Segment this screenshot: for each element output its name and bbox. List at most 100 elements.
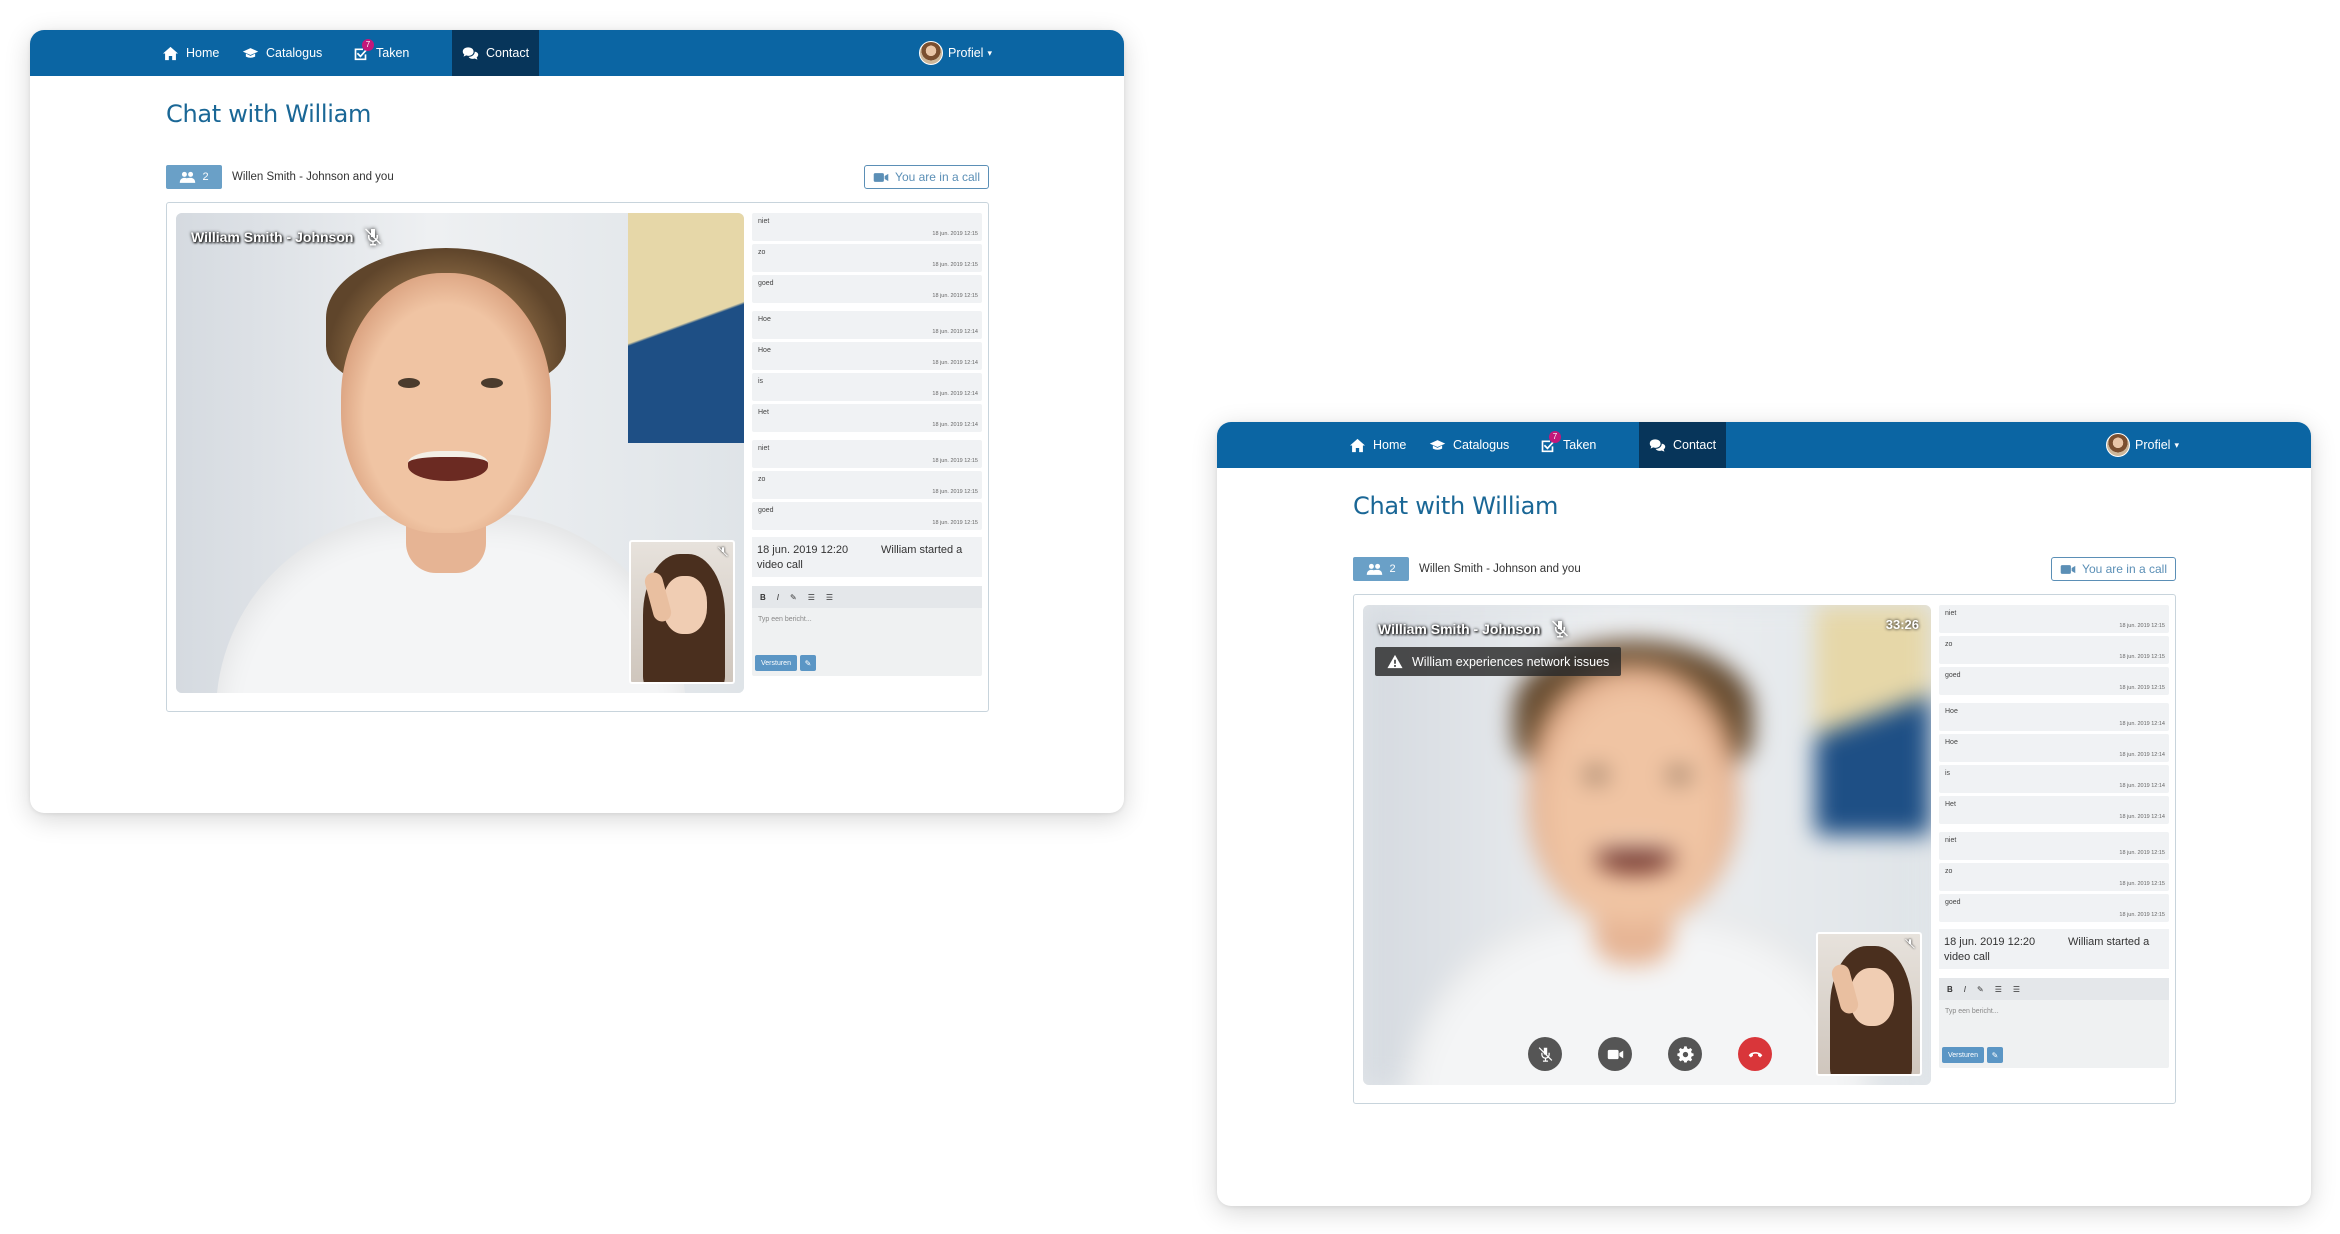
call-status-button[interactable]: You are in a call (864, 165, 989, 189)
message-time: 18 jun. 2019 12:15 (932, 231, 978, 237)
message-text: niet (758, 445, 770, 452)
message-editor[interactable]: B I ✎ ☰ ☰ Typ een bericht... Versturen ✎ (1939, 978, 2169, 1068)
message-time: 18 jun. 2019 12:15 (2119, 850, 2165, 856)
message-text: is (758, 378, 764, 385)
system-message: 18 jun. 2019 12:20 William started a vide… (752, 537, 982, 577)
message-time: 18 jun. 2019 12:15 (2119, 654, 2165, 660)
chat-message: Hoe 18 jun. 2019 12:14 (752, 311, 982, 339)
nav-tasks[interactable]: 7 Taken (352, 30, 409, 76)
nav-catalogue[interactable]: Catalogus (1429, 422, 1509, 468)
chat-message: is 18 jun. 2019 12:14 (1939, 765, 2169, 793)
nav-home[interactable]: Home (1349, 422, 1406, 468)
message-text: niet (1945, 837, 1957, 844)
attach-button[interactable]: ✎ (1986, 1047, 2003, 1063)
self-video-preview[interactable] (1816, 932, 1922, 1076)
home-icon (163, 46, 178, 60)
message-text: is (1945, 770, 1951, 777)
message-time: 18 jun. 2019 12:14 (932, 329, 978, 335)
caret-down-icon: ▾ (2174, 439, 2179, 450)
send-button[interactable]: Versturen (1942, 1047, 1984, 1063)
member-count-badge[interactable]: 2 (166, 165, 222, 189)
call-status-button[interactable]: You are in a call (2051, 557, 2176, 581)
network-warning-text: William experiences network issues (1412, 654, 1610, 669)
link-button[interactable]: ✎ (790, 593, 797, 602)
phone-hangup-icon (1748, 1051, 1762, 1057)
nav-catalogue-label: Catalogus (266, 46, 323, 60)
message-editor[interactable]: B I ✎ ☰ ☰ Typ een bericht... Versturen ✎ (752, 586, 982, 676)
top-navbar: Home Catalogus 7 Taken Contact Profiel ▾ (1217, 422, 2311, 468)
video-camera-icon (1607, 1049, 1623, 1059)
message-input[interactable]: Typ een bericht... (1945, 1008, 1999, 1015)
nav-contact[interactable]: Contact (1639, 422, 1727, 468)
message-text: goed (1945, 672, 1961, 679)
nav-profile[interactable]: Profiel ▾ (919, 30, 992, 76)
caller-name-overlay: William Smith - Johnson (191, 227, 383, 247)
nav-contact[interactable]: Contact (452, 30, 540, 76)
italic-button[interactable]: I (777, 593, 779, 602)
attach-button[interactable]: ✎ (799, 655, 816, 671)
app-window-network-issues: Home Catalogus 7 Taken Contact Profiel ▾ (1217, 422, 2311, 1206)
chat-panel: William Smith - Johnson niet 18 jun. 2019… (166, 202, 989, 712)
nav-tasks-label: Taken (376, 46, 410, 60)
graduation-cap-icon (1429, 439, 1446, 450)
message-input[interactable]: Typ een bericht... (758, 616, 812, 623)
nav-tasks[interactable]: 7 Taken (1539, 422, 1596, 468)
nav-catalogue-label: Catalogus (1453, 438, 1510, 452)
nav-contact-label: Contact (486, 46, 530, 60)
bold-button[interactable]: B (1947, 985, 1953, 994)
network-warning: William experiences network issues (1375, 647, 1622, 676)
numbered-list-button[interactable]: ☰ (2013, 985, 2020, 994)
nav-profile[interactable]: Profiel ▾ (2106, 422, 2179, 468)
bullet-list-button[interactable]: ☰ (1995, 985, 2002, 994)
link-button[interactable]: ✎ (1977, 985, 1984, 994)
warning-icon (1387, 654, 1403, 669)
nav-home[interactable]: Home (162, 30, 219, 76)
message-time: 18 jun. 2019 12:14 (932, 360, 978, 366)
members-text: Willen Smith - Johnson and you (1419, 563, 1581, 575)
bullet-list-button[interactable]: ☰ (808, 593, 815, 602)
message-text: niet (1945, 610, 1957, 617)
self-video-preview[interactable] (629, 540, 735, 684)
chat-message: Hoe 18 jun. 2019 12:14 (1939, 734, 2169, 762)
video-call-view[interactable]: William Smith - Johnson 33:26 William ex… (1363, 605, 1931, 1085)
message-text: Hoe (758, 347, 771, 354)
italic-button[interactable]: I (1964, 985, 1966, 994)
nav-profile-label: Profiel (948, 46, 984, 60)
message-text: niet (758, 218, 770, 225)
nav-catalogue[interactable]: Catalogus (242, 30, 322, 76)
caller-name: William Smith - Johnson (1378, 621, 1541, 637)
numbered-list-button[interactable]: ☰ (826, 593, 833, 602)
avatar (2106, 433, 2131, 457)
message-text: goed (1945, 899, 1961, 906)
caller-name-overlay: William Smith - Johnson (1378, 619, 1570, 639)
chat-message: niet 18 jun. 2019 12:15 (1939, 605, 2169, 633)
home-icon (1350, 438, 1365, 452)
hang-up-button[interactable] (1738, 1037, 1772, 1071)
send-button[interactable]: Versturen (755, 655, 797, 671)
member-count-badge[interactable]: 2 (1353, 557, 1409, 581)
chat-message: niet 18 jun. 2019 12:15 (752, 213, 982, 241)
message-text: goed (758, 507, 774, 514)
settings-button[interactable] (1668, 1037, 1702, 1071)
chat-messages-column: niet 18 jun. 2019 12:15 zo 18 jun. 2019 12… (752, 213, 982, 676)
message-text: zo (758, 476, 766, 483)
message-time: 18 jun. 2019 12:14 (932, 422, 978, 428)
message-time: 18 jun. 2019 12:14 (2119, 752, 2165, 758)
message-text: Hoe (1945, 708, 1958, 715)
bold-button[interactable]: B (760, 593, 766, 602)
message-text: zo (758, 249, 766, 256)
nav-home-label: Home (186, 46, 220, 60)
gear-icon (1676, 1045, 1694, 1063)
chat-message: zo 18 jun. 2019 12:15 (752, 471, 982, 499)
camera-button[interactable] (1598, 1037, 1632, 1071)
message-text: zo (1945, 641, 1953, 648)
chat-message: niet 18 jun. 2019 12:15 (1939, 832, 2169, 860)
mute-button[interactable] (1528, 1037, 1562, 1071)
tasks-badge: 7 (1549, 431, 1561, 443)
users-icon (180, 171, 196, 183)
message-text: Hoe (1945, 739, 1958, 746)
caret-down-icon: ▾ (987, 47, 992, 58)
video-call-view[interactable]: William Smith - Johnson (176, 213, 744, 693)
chat-message: Hoe 18 jun. 2019 12:14 (752, 342, 982, 370)
message-time: 18 jun. 2019 12:15 (932, 489, 978, 495)
